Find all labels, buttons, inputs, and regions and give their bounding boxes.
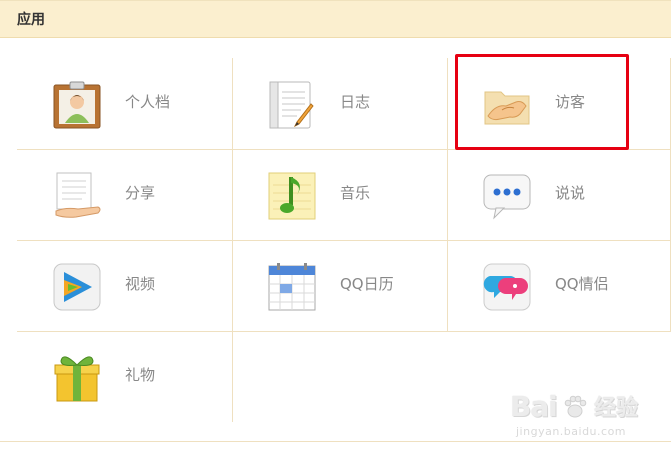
app-label: 礼物 (125, 366, 156, 384)
watermark-url: jingyan.baidu.com (516, 425, 627, 438)
panel-title: 应用 (17, 12, 45, 28)
share-document-hand-icon (52, 171, 102, 221)
calendar-icon (267, 262, 317, 312)
video-play-icon (52, 262, 102, 312)
app-label: 分享 (125, 184, 156, 202)
app-item-diary[interactable]: 日志 (232, 58, 447, 149)
profile-clipboard-icon (52, 80, 102, 130)
watermark-brand: Bai (510, 390, 558, 423)
chat-bubble-icon (482, 171, 532, 221)
app-item-music[interactable]: 音乐 (232, 149, 447, 240)
app-label: 音乐 (340, 184, 371, 202)
app-item-calendar[interactable]: QQ日历 (232, 240, 447, 331)
app-label: 日志 (340, 93, 371, 111)
app-label: 视频 (125, 275, 156, 293)
couple-chat-icon (482, 262, 532, 312)
panel-header: 应用 (0, 0, 671, 38)
app-item-gift[interactable]: 礼物 (17, 331, 232, 422)
visitor-highlight-box (455, 54, 629, 150)
app-label: QQ日历 (340, 275, 394, 293)
app-item-video[interactable]: 视频 (17, 240, 232, 331)
gift-box-icon (52, 353, 102, 403)
diary-notebook-icon (267, 80, 317, 130)
paw-icon (562, 394, 588, 420)
app-panel: 应用 个人档 日志 访客 分享 音乐 说说 视频 QQ日历 QQ情侣 礼物 Ba… (0, 0, 671, 463)
app-item-profile[interactable]: 个人档 (17, 58, 232, 149)
music-note-icon (267, 171, 317, 221)
app-item-couple[interactable]: QQ情侣 (447, 240, 671, 331)
app-label: 个人档 (125, 93, 171, 111)
app-item-mood[interactable]: 说说 (447, 149, 671, 240)
app-label: QQ情侣 (555, 275, 609, 293)
baidu-jingyan-watermark: Bai 经验 jingyan.baidu.com (510, 392, 640, 452)
app-item-share[interactable]: 分享 (17, 149, 232, 240)
app-label: 说说 (555, 184, 586, 202)
watermark-suffix: 经验 (594, 396, 639, 421)
